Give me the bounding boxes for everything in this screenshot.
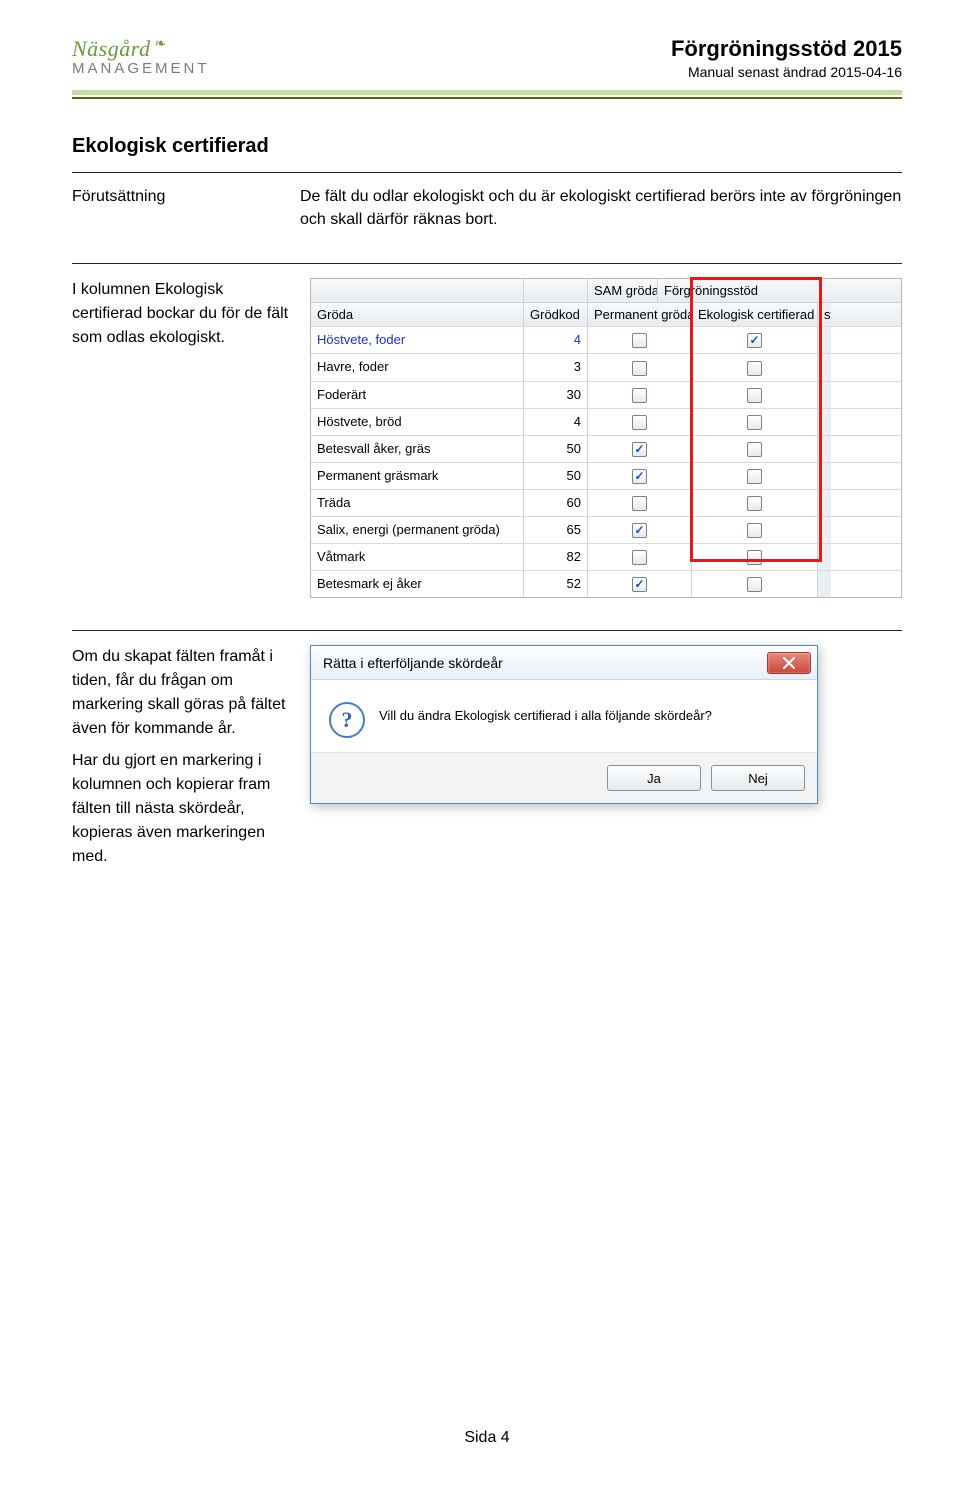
doc-title: Förgröningsstöd 2015 [671,36,902,62]
cell-groda: Höstvete, bröd [311,409,523,435]
close-icon[interactable] [767,652,811,674]
doc-subtitle: Manual senast ändrad 2015-04-16 [671,64,902,80]
table-row[interactable]: Betesmark ej åker52 [311,570,901,597]
cell-groda: Foderärt [311,382,523,408]
table-row[interactable]: Höstvete, foder4 [311,326,901,353]
confirm-dialog: Rätta i efterföljande skördeår ? Vill du… [310,645,818,804]
cell-groda: Salix, energi (permanent gröda) [311,517,523,543]
row-text: De fält du odlar ekologiskt och du är ek… [300,185,902,231]
grid-group-forg: Förgröningsstöd [657,279,901,302]
cell-eko[interactable] [691,571,817,597]
cell-pad [817,354,831,380]
cell-pad [817,436,831,462]
cell-eko[interactable] [691,327,817,353]
cell-eko[interactable] [691,409,817,435]
cell-groda: Betesmark ej åker [311,571,523,597]
col-eko[interactable]: Ekologisk certifierad [691,303,817,326]
cell-perm[interactable] [587,409,691,435]
cell-pad [817,544,831,570]
cell-eko[interactable] [691,436,817,462]
table-row[interactable]: Betesvall åker, gräs50 [311,435,901,462]
cell-groda: Höstvete, foder [311,327,523,353]
dialog-message: Vill du ändra Ekologisk certifierad i al… [379,702,712,738]
cell-pad [817,327,831,353]
cell-kod: 50 [523,463,587,489]
cell-kod: 3 [523,354,587,380]
cell-perm[interactable] [587,327,691,353]
cell-eko[interactable] [691,544,817,570]
row-label: Förutsättning [72,185,282,231]
col-groda[interactable]: Gröda [311,303,523,326]
cell-groda: Träda [311,490,523,516]
col-perm[interactable]: Permanent gröda [587,303,691,326]
cell-perm[interactable] [587,463,691,489]
page-footer: Sida 4 [72,1429,902,1447]
logo-bottom: MANAGEMENT [72,60,210,77]
cell-kod: 65 [523,517,587,543]
cell-groda: Betesvall åker, gräs [311,436,523,462]
table-row[interactable]: Träda60 [311,489,901,516]
cell-kod: 4 [523,409,587,435]
dialog-title: Rätta i efterföljande skördeår [323,655,503,671]
cell-kod: 60 [523,490,587,516]
cell-eko[interactable] [691,354,817,380]
table-row[interactable]: Permanent gräsmark50 [311,462,901,489]
cell-kod: 82 [523,544,587,570]
cell-eko[interactable] [691,382,817,408]
section-heading: Ekologisk certifierad [72,135,902,158]
cell-perm[interactable] [587,490,691,516]
table-row[interactable]: Havre, foder3 [311,353,901,380]
cell-eko[interactable] [691,490,817,516]
logo-top: Näsgård [72,36,150,62]
cell-pad [817,490,831,516]
question-icon: ? [329,702,365,738]
cell-pad [817,571,831,597]
page-header: Näsgård ❧ MANAGEMENT Förgröningsstöd 201… [72,36,902,86]
crop-grid: SAM gröda Förgröningsstöd Gröda Grödkod … [310,278,902,598]
cell-perm[interactable] [587,517,691,543]
cell-kod: 30 [523,382,587,408]
cell-kod: 52 [523,571,587,597]
cell-perm[interactable] [587,354,691,380]
cell-kod: 50 [523,436,587,462]
cell-perm[interactable] [587,571,691,597]
section3-p2: Har du gjort en markering i kolumnen och… [72,749,292,869]
leaf-icon: ❧ [154,35,166,52]
yes-button[interactable]: Ja [607,765,701,791]
cell-perm[interactable] [587,382,691,408]
logo: Näsgård ❧ MANAGEMENT [72,36,210,77]
cell-groda: Våtmark [311,544,523,570]
table-row[interactable]: Foderärt30 [311,381,901,408]
cell-perm[interactable] [587,436,691,462]
cell-eko[interactable] [691,463,817,489]
cell-groda: Permanent gräsmark [311,463,523,489]
cell-eko[interactable] [691,517,817,543]
table-row[interactable]: Salix, energi (permanent gröda)65 [311,516,901,543]
cell-kod: 4 [523,327,587,353]
table-row[interactable]: Höstvete, bröd4 [311,408,901,435]
cell-pad [817,409,831,435]
table-row[interactable]: Våtmark82 [311,543,901,570]
cell-pad [817,463,831,489]
grid-group-sam: SAM gröda [587,279,657,302]
col-kod[interactable]: Grödkod [523,303,587,326]
cell-pad [817,382,831,408]
col-last: st [817,303,831,326]
section3-p1: Om du skapat fälten framåt i tiden, får … [72,645,292,741]
section2-text: I kolumnen Ekologisk certifierad bockar … [72,278,292,350]
no-button[interactable]: Nej [711,765,805,791]
cell-perm[interactable] [587,544,691,570]
header-separator [72,90,902,99]
cell-pad [817,517,831,543]
cell-groda: Havre, foder [311,354,523,380]
